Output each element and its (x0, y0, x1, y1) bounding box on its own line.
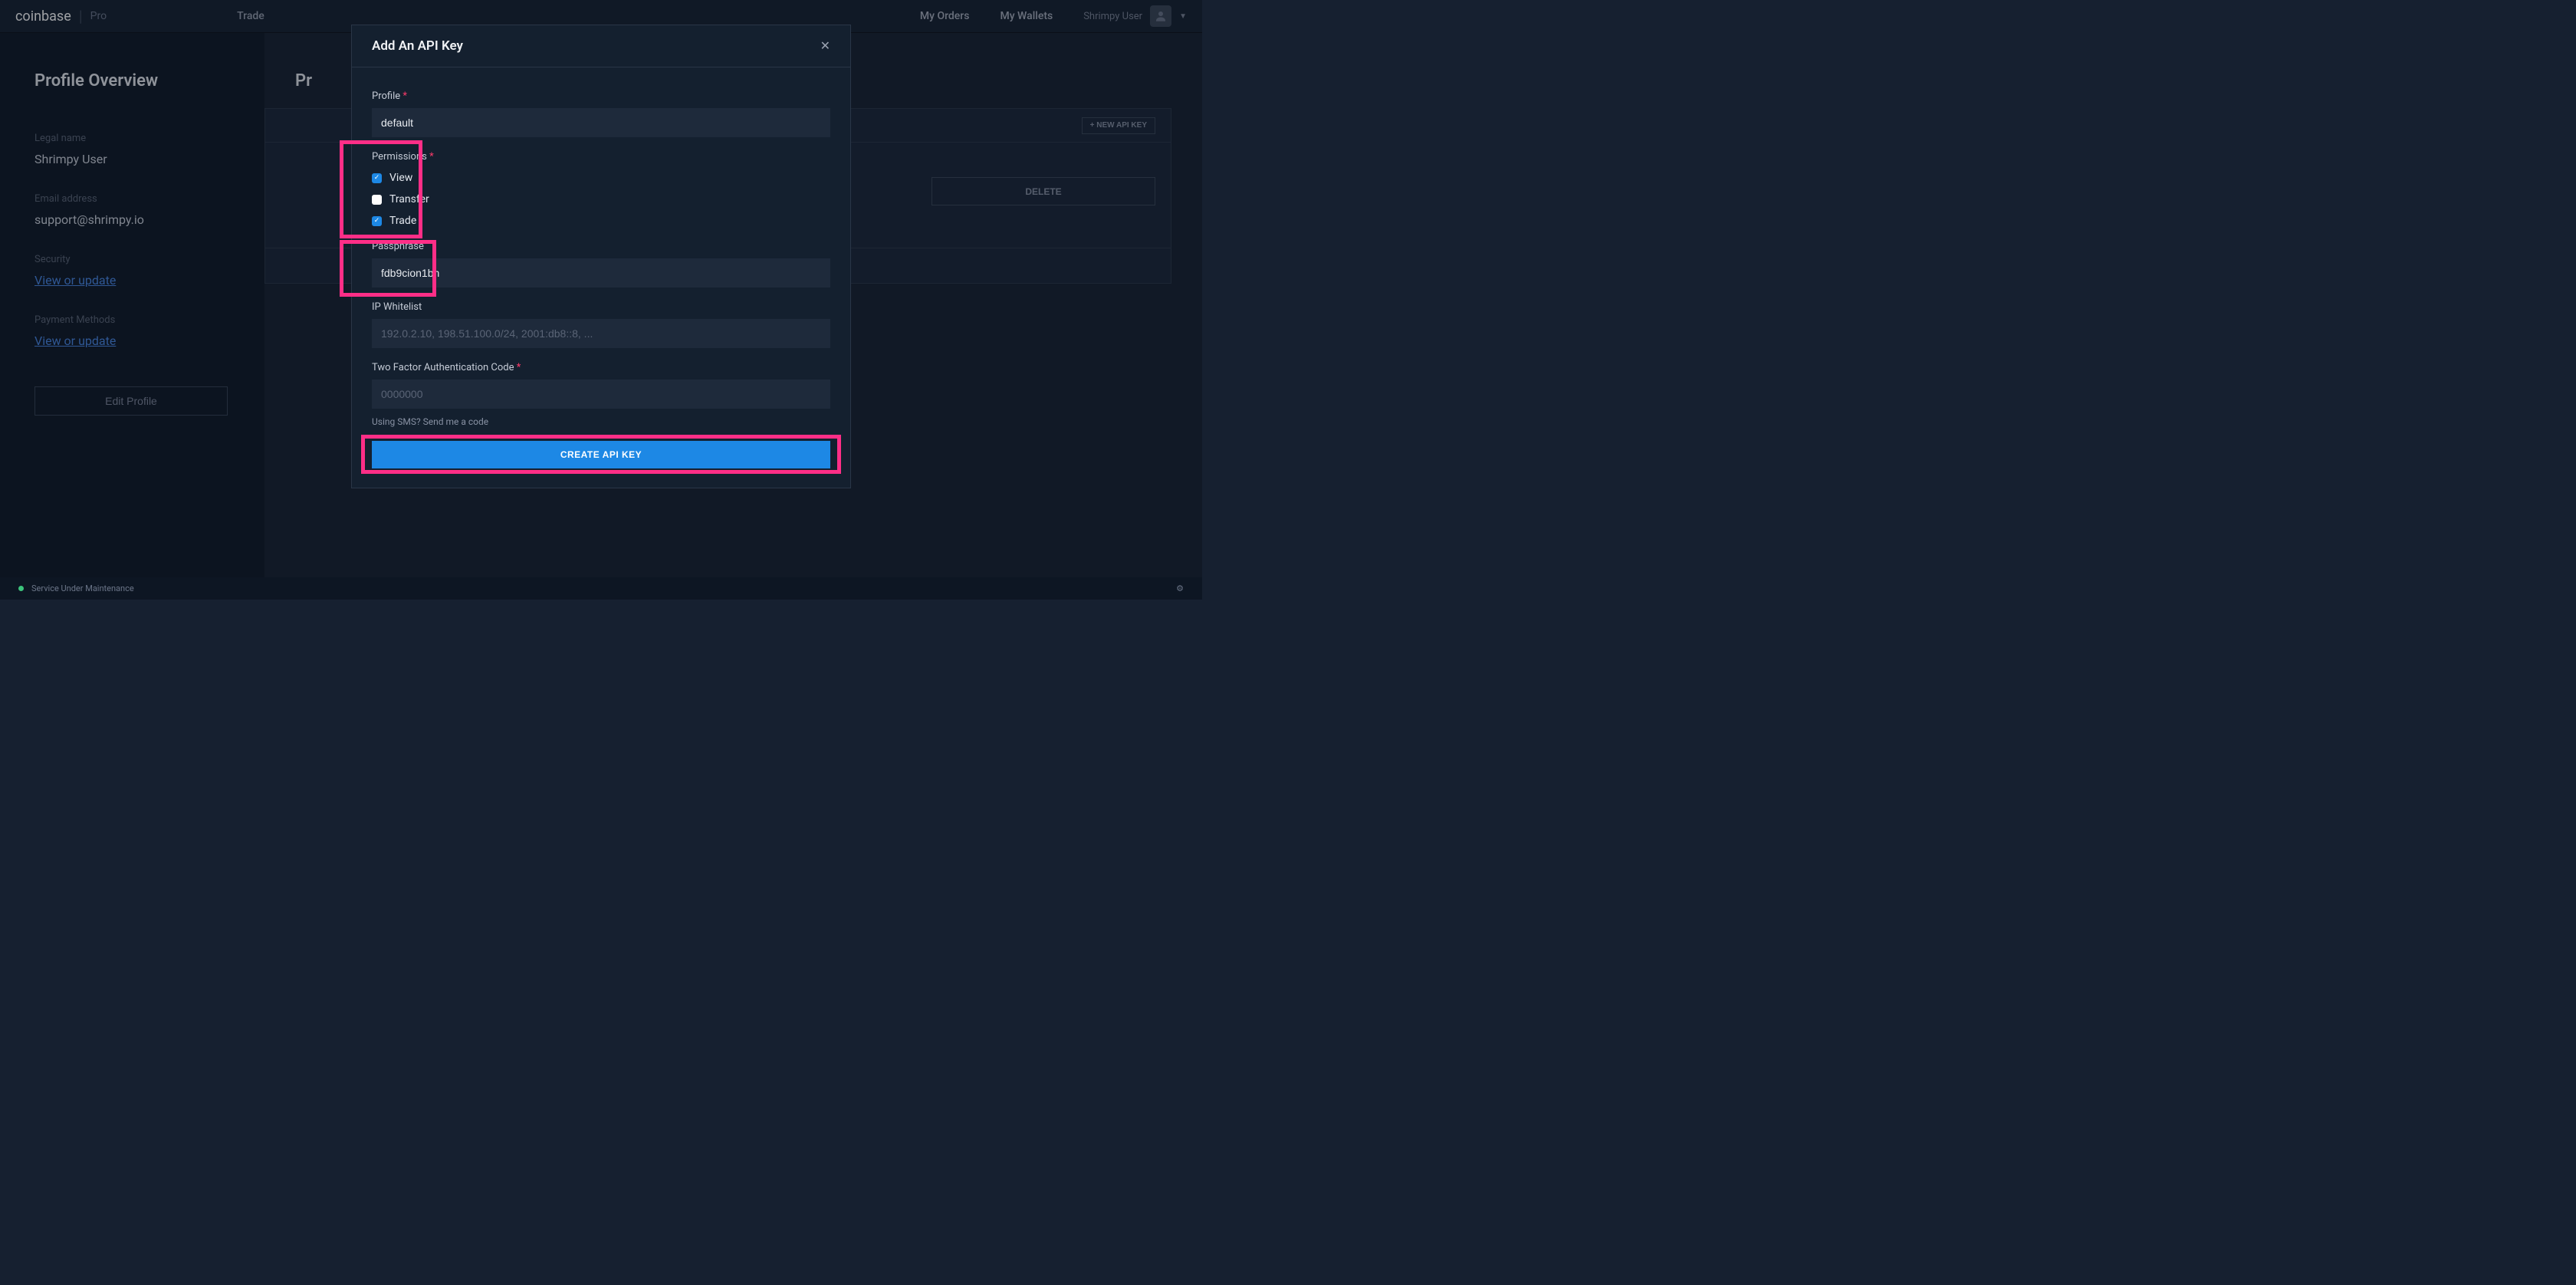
permission-view[interactable]: ✓ View (372, 172, 830, 184)
modal-title: Add An API Key (372, 38, 463, 54)
permission-trade[interactable]: ✓ Trade (372, 215, 830, 227)
close-icon[interactable]: ✕ (820, 38, 830, 54)
passphrase-input[interactable] (372, 258, 830, 288)
permissions-label: Permissions * (372, 151, 830, 163)
modal-overlay: Add An API Key ✕ Profile * Permissions *… (0, 0, 1202, 600)
tfa-label: Two Factor Authentication Code * (372, 362, 830, 373)
checkbox-checked-icon: ✓ (372, 173, 382, 183)
status-dot-icon (18, 586, 24, 591)
checkbox-unchecked-icon (372, 195, 382, 205)
ip-whitelist-label: IP Whitelist (372, 301, 830, 313)
passphrase-label: Passphrase (372, 241, 830, 252)
status-text: Service Under Maintenance (31, 583, 134, 593)
permission-transfer[interactable]: Transfer (372, 193, 830, 205)
profile-input[interactable] (372, 108, 830, 137)
profile-label: Profile * (372, 90, 830, 102)
tfa-input[interactable] (372, 380, 830, 409)
add-api-key-modal: Add An API Key ✕ Profile * Permissions *… (351, 25, 851, 488)
create-api-key-button[interactable]: CREATE API KEY (372, 441, 830, 468)
checkbox-checked-icon: ✓ (372, 216, 382, 226)
status-bar: Service Under Maintenance ⚙ (0, 577, 1202, 600)
gear-icon[interactable]: ⚙ (1176, 583, 1184, 593)
ip-whitelist-input[interactable] (372, 319, 830, 348)
sms-link[interactable]: Using SMS? Send me a code (372, 416, 830, 427)
